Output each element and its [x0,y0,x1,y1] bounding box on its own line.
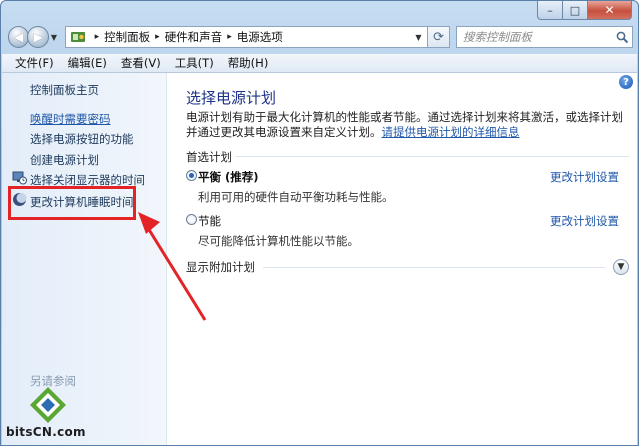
plan-details-link[interactable]: 请提供电源计划的详细信息 [382,125,520,139]
menu-file[interactable]: 文件(F) [8,55,61,71]
plan-power-saver-settings-link[interactable]: 更改计划设置 [550,213,619,229]
show-additional-plans-label[interactable]: 显示附加计划 [186,259,255,275]
close-button[interactable]: ✕ [588,1,632,20]
menu-help[interactable]: 帮助(H) [221,55,276,71]
sidebar-item-power-button[interactable]: 选择电源按钮的功能 [30,131,134,147]
sidebar-item-wake-password[interactable]: 唤醒时需要密码 [30,111,111,127]
search-placeholder: 搜索控制面板 [462,30,532,44]
navigation-bar: ◀ ▶ ▼ ▸ 控制面板 ▸ 硬件和声音 ▸ 电源选项 ▼ ⟳ 搜索控制面板 [6,23,634,51]
search-input[interactable]: 搜索控制面板 [455,26,634,48]
sidebar-item-create-plan[interactable]: 创建电源计划 [30,152,99,168]
caption-buttons: – □ ✕ [537,1,632,20]
forward-button[interactable]: ▶ [27,26,49,48]
minimize-button[interactable]: – [537,1,563,20]
sidebar: 控制面板主页 唤醒时需要密码 选择电源按钮的功能 创建电源计划 选择关闭显示器的… [2,73,167,445]
annotation-highlight-box [8,186,136,220]
bitscn-logo-icon [30,387,66,423]
breadcrumb-chevron-icon[interactable]: ▸ [227,32,232,42]
show-additional-plans-row[interactable]: 显示附加计划 ▼ [186,259,629,275]
chevron-down-icon[interactable]: ▼ [613,259,629,275]
breadcrumb-chevron-icon[interactable]: ▸ [155,32,160,42]
plan-balanced-name: 平衡 (推荐) [198,170,259,184]
recent-pages-dropdown-icon[interactable]: ▼ [51,33,61,42]
page-title: 选择电源计划 [186,89,277,107]
plan-power-saver[interactable]: 节能 尽可能降低计算机性能以节能。 [186,213,359,249]
plan-balanced-radio[interactable] [186,170,197,181]
search-icon[interactable] [612,31,632,44]
extra-plans-divider [263,266,605,268]
section-divider [236,156,629,157]
content-area: 控制面板主页 唤醒时需要密码 选择电源按钮的功能 创建电源计划 选择关闭显示器的… [2,73,637,445]
plan-power-saver-radio[interactable] [186,214,197,225]
back-button[interactable]: ◀ [8,26,30,48]
preferred-plans-label: 首选计划 [186,150,232,164]
breadcrumb-hardware-sound[interactable]: 硬件和声音 [165,29,223,45]
watermark-text: bitsCN.com [6,425,86,439]
breadcrumb-root-chevron-icon[interactable]: ▸ [95,32,100,42]
plan-balanced-desc: 利用可用的硬件自动平衡功耗与性能。 [198,190,394,204]
help-icon[interactable]: ? [619,75,633,89]
control-panel-window: – □ ✕ ◀ ▶ ▼ ▸ 控制面板 ▸ 硬件和声音 ▸ 电源选项 ▼ ⟳ 搜索… [0,0,639,446]
menu-view[interactable]: 查看(V) [114,55,168,71]
monitor-clock-icon [12,171,27,185]
plan-balanced-settings-link[interactable]: 更改计划设置 [550,169,619,185]
menu-edit[interactable]: 编辑(E) [61,55,114,71]
address-bar[interactable]: ▸ 控制面板 ▸ 硬件和声音 ▸ 电源选项 ▼ [64,26,429,48]
sidebar-control-panel-home[interactable]: 控制面板主页 [30,82,99,98]
plan-power-saver-name: 节能 [198,214,221,228]
control-panel-icon [70,32,85,42]
page-description: 电源计划有助于最大化计算机的性能或者节能。通过选择计划来将其激活，或选择计划并通… [186,110,626,140]
plan-power-saver-desc: 尽可能降低计算机性能以节能。 [198,234,359,248]
menu-tools[interactable]: 工具(T) [168,55,221,71]
breadcrumb-control-panel[interactable]: 控制面板 [104,29,150,45]
menu-bar: 文件(F) 编辑(E) 查看(V) 工具(T) 帮助(H) [2,54,637,73]
main-panel: ? 选择电源计划 电源计划有助于最大化计算机的性能或者节能。通过选择计划来将其激… [168,73,637,445]
refresh-button[interactable]: ⟳ [428,26,450,48]
address-dropdown-icon[interactable]: ▼ [409,27,427,47]
maximize-button[interactable]: □ [563,1,588,20]
breadcrumb-power-options[interactable]: 电源选项 [237,29,283,45]
plan-balanced[interactable]: 平衡 (推荐) 利用可用的硬件自动平衡功耗与性能。 [186,169,394,205]
